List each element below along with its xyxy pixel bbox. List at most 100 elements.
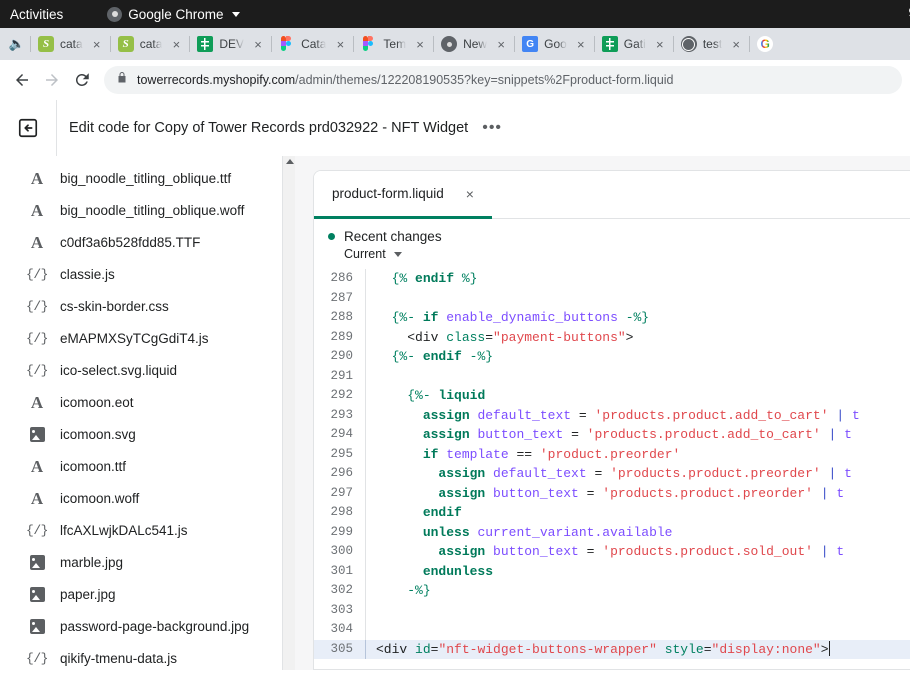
- browser-tab[interactable]: Gati ×: [594, 30, 673, 58]
- file-list-item[interactable]: {/}eMAPMXSyTCgGdiT4.js: [0, 322, 295, 354]
- line-number: 301: [314, 562, 366, 582]
- code-line[interactable]: 303: [314, 601, 910, 621]
- code-file-icon: {/}: [28, 524, 46, 537]
- close-icon[interactable]: ×: [332, 36, 348, 52]
- browser-toolbar: towerrecords.myshopify.com/admin/themes/…: [0, 60, 910, 100]
- code-line[interactable]: 302 -%}: [314, 581, 910, 601]
- browser-tab-strip: 🔈 cata × cata × DEV × Cata × Tem × New ×…: [0, 28, 910, 60]
- code-line[interactable]: 305<div id="nft-widget-buttons-wrapper" …: [314, 640, 910, 660]
- file-list-item[interactable]: Aicomoon.eot: [0, 386, 295, 418]
- chevron-down-icon: [394, 252, 402, 257]
- code-line[interactable]: 292 {%- liquid: [314, 386, 910, 406]
- file-list-item[interactable]: {/}ico-select.svg.liquid: [0, 354, 295, 386]
- file-list-item[interactable]: Ac0df3a6b528fdd85.TTF: [0, 226, 295, 258]
- browser-tab[interactable]: test ×: [673, 30, 749, 58]
- file-name: icomoon.woff: [60, 491, 139, 506]
- code-line[interactable]: 294 assign button_text = 'products.produ…: [314, 425, 910, 445]
- close-icon[interactable]: ×: [412, 36, 428, 52]
- code-file-icon: {/}: [28, 332, 46, 345]
- browser-tab[interactable]: cata ×: [110, 30, 190, 58]
- code-line[interactable]: 295 if template == 'product.preorder': [314, 445, 910, 465]
- close-icon[interactable]: ×: [573, 36, 589, 52]
- code-line[interactable]: 289 <div class="payment-buttons">: [314, 328, 910, 348]
- file-list-item[interactable]: Aicomoon.woff: [0, 482, 295, 514]
- file-list-item[interactable]: {/}cs-skin-border.css: [0, 290, 295, 322]
- code-line[interactable]: 304: [314, 620, 910, 640]
- close-icon[interactable]: ×: [89, 36, 105, 52]
- editor-card: product-form.liquid × Recent changes Cur…: [313, 170, 910, 670]
- google-translate-icon: [522, 36, 538, 52]
- back-button[interactable]: [8, 66, 36, 94]
- file-list-item[interactable]: Abig_noodle_titling_oblique.woff: [0, 194, 295, 226]
- figma-icon: [279, 36, 295, 52]
- version-selector[interactable]: Current: [328, 247, 910, 261]
- admin-page-header: Edit code for Copy of Tower Records prd0…: [0, 100, 910, 156]
- browser-tab[interactable]: [749, 30, 775, 58]
- forward-button[interactable]: [38, 66, 66, 94]
- code-line[interactable]: 287: [314, 289, 910, 309]
- file-list-item[interactable]: paper.jpg: [0, 578, 295, 610]
- close-icon[interactable]: ×: [652, 36, 668, 52]
- text-cursor: [829, 641, 831, 656]
- activities-button[interactable]: Activities: [10, 7, 63, 22]
- line-number: 299: [314, 523, 366, 543]
- code-line[interactable]: 288 {%- if enable_dynamic_buttons -%}: [314, 308, 910, 328]
- line-number: 303: [314, 601, 366, 621]
- file-list-item[interactable]: icomoon.svg: [0, 418, 295, 450]
- file-list-item[interactable]: Abig_noodle_titling_oblique.ttf: [0, 162, 295, 194]
- file-name: lfcAXLwjkDALc541.js: [60, 523, 188, 538]
- tab-title: Tem: [383, 37, 406, 51]
- code-line[interactable]: 296 assign default_text = 'products.prod…: [314, 464, 910, 484]
- file-list-item[interactable]: {/}classie.js: [0, 258, 295, 290]
- code-line[interactable]: 297 assign button_text = 'products.produ…: [314, 484, 910, 504]
- font-file-icon: A: [28, 458, 46, 475]
- browser-tab[interactable]: Goo ×: [514, 30, 594, 58]
- code-line[interactable]: 300 assign button_text = 'products.produ…: [314, 542, 910, 562]
- scroll-up-arrow-icon[interactable]: [286, 159, 294, 164]
- browser-tab[interactable]: Tem ×: [353, 30, 433, 58]
- line-number: 289: [314, 328, 366, 348]
- browser-tab[interactable]: Cata ×: [271, 30, 353, 58]
- editor-tab-product-form[interactable]: product-form.liquid ×: [314, 171, 492, 219]
- shopify-icon: [118, 36, 134, 52]
- file-list-item[interactable]: {/} lfcAXLwjkDALc541.js: [0, 514, 295, 546]
- address-bar[interactable]: towerrecords.myshopify.com/admin/themes/…: [104, 66, 902, 94]
- code-line[interactable]: 291: [314, 367, 910, 387]
- tab-title: DEV: [219, 37, 244, 51]
- code-editor[interactable]: 286 {% endif %}287288 {%- if enable_dyna…: [314, 269, 910, 669]
- reload-button[interactable]: [68, 66, 96, 94]
- line-number: 298: [314, 503, 366, 523]
- file-name: cs-skin-border.css: [60, 299, 169, 314]
- code-line[interactable]: 299 unless current_variant.available: [314, 523, 910, 543]
- browser-tab[interactable]: cata ×: [30, 30, 110, 58]
- browser-tab[interactable]: DEV ×: [189, 30, 271, 58]
- code-line[interactable]: 290 {%- endif -%}: [314, 347, 910, 367]
- file-list-item[interactable]: password-page-background.jpg: [0, 610, 295, 642]
- more-actions-button[interactable]: •••: [482, 120, 502, 136]
- sidebar-scrollbar[interactable]: [282, 156, 295, 670]
- close-icon[interactable]: ×: [168, 36, 184, 52]
- speaker-icon[interactable]: 🔈: [4, 31, 30, 57]
- close-icon[interactable]: ×: [728, 36, 744, 52]
- tab-title: Goo: [544, 37, 567, 51]
- close-icon[interactable]: ×: [493, 36, 509, 52]
- code-line-text: assign button_text = 'products.product.a…: [366, 425, 852, 445]
- code-line-text: {%- if enable_dynamic_buttons -%}: [366, 308, 649, 328]
- close-icon[interactable]: ×: [466, 187, 474, 201]
- editor-tab-label: product-form.liquid: [332, 186, 444, 201]
- code-line[interactable]: 286 {% endif %}: [314, 269, 910, 289]
- image-file-icon: [28, 427, 46, 442]
- collapse-sidebar-button[interactable]: [0, 100, 56, 156]
- file-list-item[interactable]: {/}qikify-tmenu-data.js: [0, 642, 295, 670]
- recent-changes-label: Recent changes: [344, 229, 442, 244]
- code-line[interactable]: 301 endunless: [314, 562, 910, 582]
- code-line[interactable]: 298 endif: [314, 503, 910, 523]
- line-number: 292: [314, 386, 366, 406]
- file-name: classie.js: [60, 267, 115, 282]
- close-icon[interactable]: ×: [250, 36, 266, 52]
- file-list-item[interactable]: marble.jpg: [0, 546, 295, 578]
- file-list-item[interactable]: Aicomoon.ttf: [0, 450, 295, 482]
- code-line[interactable]: 293 assign default_text = 'products.prod…: [314, 406, 910, 426]
- active-app-menu[interactable]: Google Chrome: [107, 7, 239, 22]
- browser-tab[interactable]: New ×: [433, 30, 514, 58]
